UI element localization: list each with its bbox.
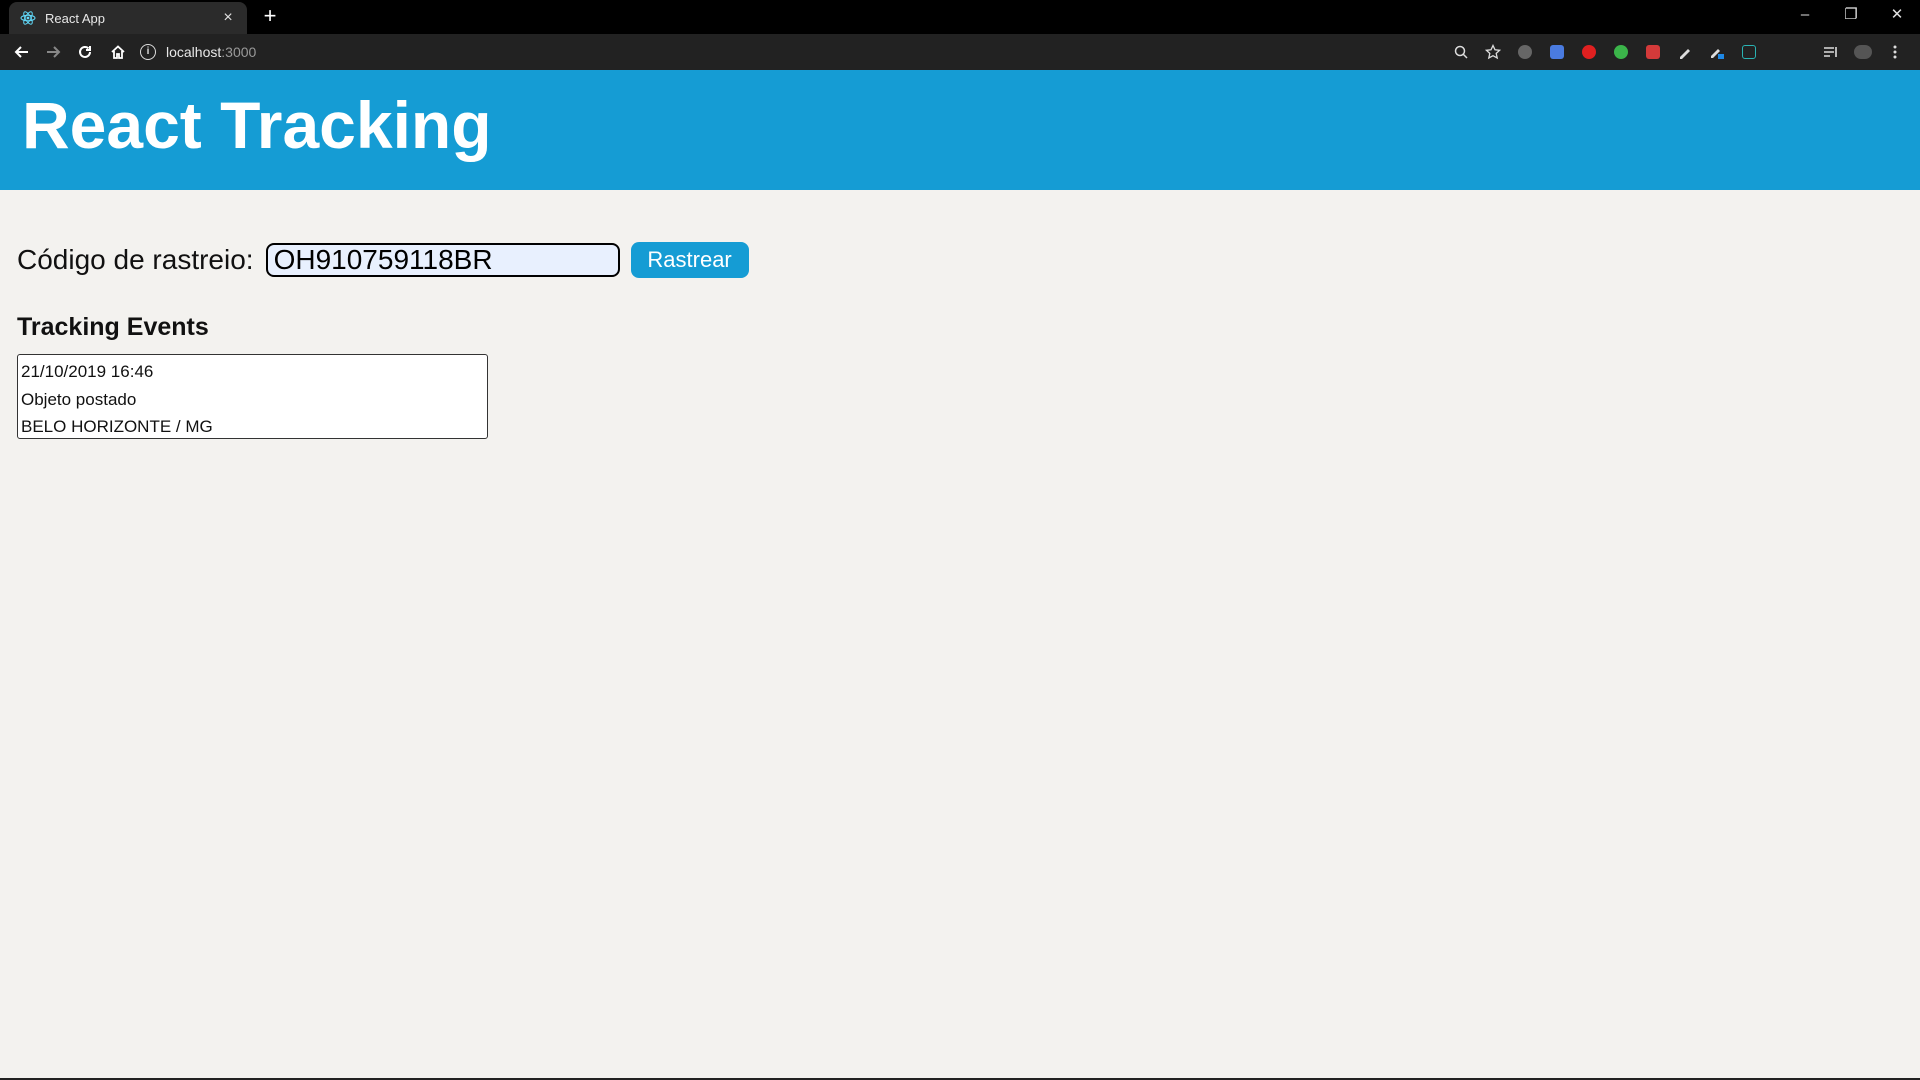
tracking-form: Código de rastreio: Rastrear: [17, 242, 749, 278]
tracking-code-label: Código de rastreio:: [17, 244, 254, 275]
page-title: React Tracking: [22, 88, 492, 162]
blue-extension-icon[interactable]: [1546, 41, 1568, 63]
menu-icon[interactable]: [1884, 41, 1906, 63]
address-bar[interactable]: i localhost:3000: [140, 38, 1510, 66]
forward-icon[interactable]: [41, 40, 65, 64]
close-window-icon[interactable]: ✕: [1877, 2, 1917, 28]
reading-list-icon[interactable]: [1820, 41, 1842, 63]
tab-title: React App: [45, 10, 105, 26]
tracking-code-input[interactable]: [265, 243, 620, 277]
back-icon[interactable]: [10, 40, 34, 64]
info-icon[interactable]: i: [140, 44, 156, 60]
url-host: localhost: [166, 44, 222, 60]
green-extension-icon[interactable]: [1610, 41, 1632, 63]
events-heading: Tracking Events: [17, 313, 209, 341]
track-button[interactable]: Rastrear: [630, 242, 749, 278]
reload-icon[interactable]: [73, 40, 97, 64]
minimize-icon[interactable]: –: [1785, 2, 1825, 28]
s-extension-icon[interactable]: [1738, 41, 1760, 63]
star-icon[interactable]: [1482, 41, 1504, 63]
event-card: 21/10/2019 16:46 Objeto postado BELO HOR…: [17, 354, 488, 439]
url-port: :3000: [221, 44, 257, 60]
event-datetime: 21/10/2019 16:46: [21, 362, 154, 381]
profile-avatar-icon[interactable]: [1852, 41, 1874, 63]
tab-close-icon[interactable]: ×: [219, 9, 237, 27]
browser-toolbar: i localhost:3000: [0, 34, 1920, 70]
browser-chrome: React App × + – ❐ ✕ i localhost:3000: [0, 0, 1920, 70]
react-icon: [19, 9, 37, 27]
new-tab-icon[interactable]: +: [258, 4, 282, 28]
pen-extension-icon[interactable]: [1674, 41, 1696, 63]
edit-extension-icon[interactable]: [1706, 41, 1728, 63]
event-status: Objeto postado: [21, 389, 137, 409]
app-header: React Tracking: [0, 70, 1920, 190]
browser-tab[interactable]: React App ×: [9, 2, 247, 34]
home-icon[interactable]: [106, 40, 130, 64]
red-hand-extension-icon[interactable]: [1578, 41, 1600, 63]
extensions-bar: [1450, 40, 1906, 64]
event-location: BELO HORIZONTE / MG: [21, 417, 213, 436]
zoom-icon[interactable]: [1450, 41, 1472, 63]
restore-icon[interactable]: ❐: [1831, 2, 1871, 28]
red-extension-icon[interactable]: [1642, 41, 1664, 63]
cloud-extension-icon[interactable]: [1514, 41, 1536, 63]
tab-strip: React App × + – ❐ ✕: [0, 0, 1920, 34]
